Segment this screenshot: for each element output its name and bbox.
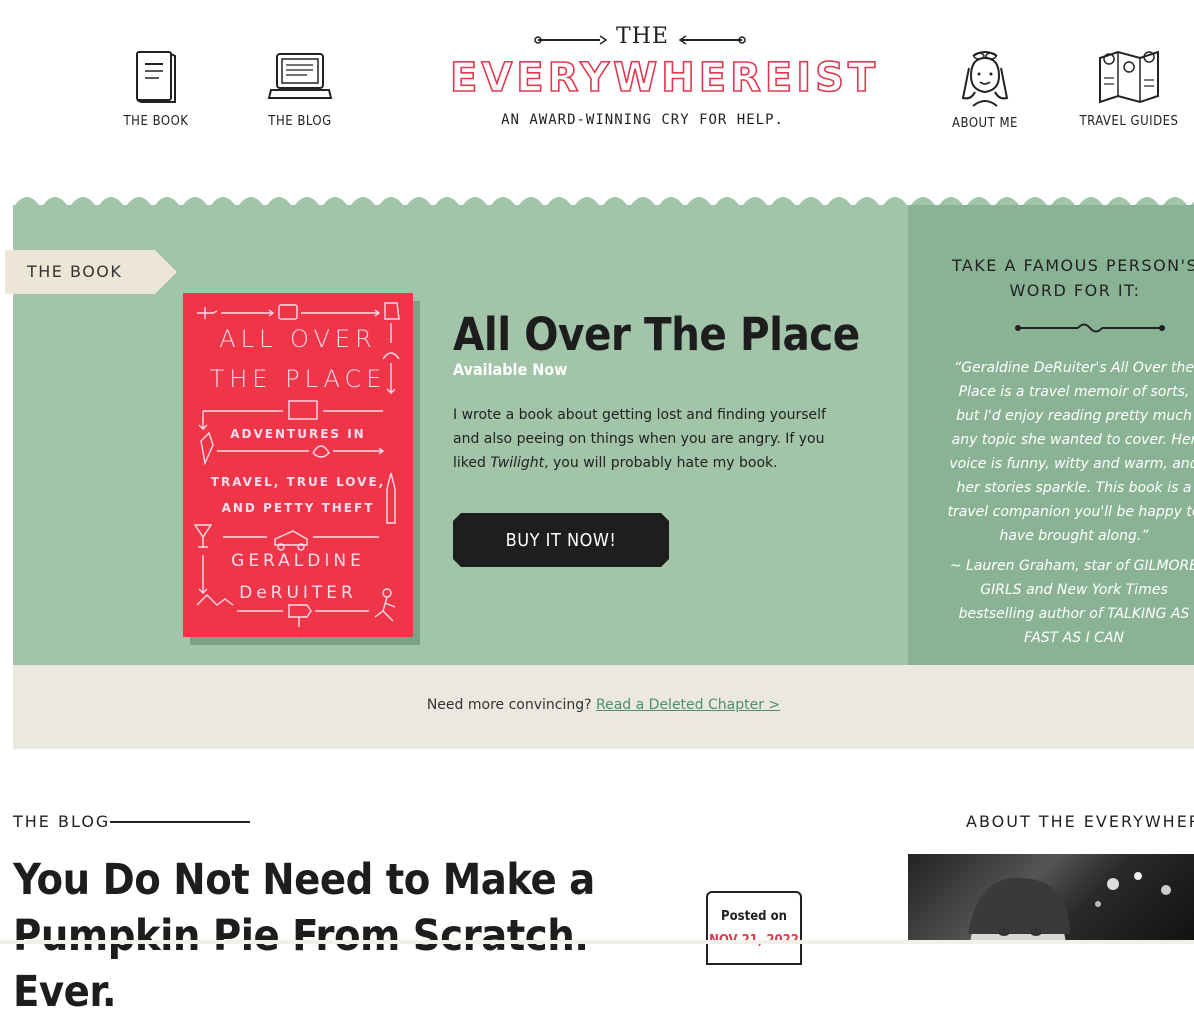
map-icon — [1099, 50, 1159, 104]
woman-portrait-icon — [961, 51, 1009, 107]
book-section-label: THE BOOK — [27, 262, 123, 281]
blog-heading: THE BLOG — [13, 812, 111, 831]
book-availability: Available Now — [453, 360, 568, 379]
blog-heading-rule — [110, 821, 250, 823]
author-photo[interactable] — [908, 854, 1194, 944]
posted-on-label: Posted on — [721, 909, 787, 924]
cover-title-line-2: THE PLACE — [209, 365, 387, 393]
about-heading: ABOUT THE EVERYWHEREIST — [966, 812, 1194, 831]
book-description: I wrote a book about getting lost and fi… — [453, 407, 826, 471]
convince-prompt: Need more convincing? — [426, 697, 592, 713]
nav-the-blog[interactable]: THE BLOG — [240, 48, 360, 129]
nav-about-me-label: ABOUT ME — [952, 116, 1018, 131]
convince-bar: Need more convincing? Read a Deleted Cha… — [13, 665, 1194, 749]
quote-heading: TAKE A FAMOUS PERSON'S WORD FOR IT: — [951, 256, 1194, 300]
bottom-strip — [0, 940, 1194, 944]
site-logo[interactable]: THE EVERYWHEREIST AN AWARD-WINNING CRY F… — [449, 24, 880, 134]
logo-the: THE — [616, 24, 669, 49]
book-icon — [136, 51, 176, 103]
nav-the-blog-label: THE BLOG — [268, 114, 332, 129]
logo-wordmark: EVERYWHEREIST — [449, 54, 880, 102]
quote-text: “Geraldine DeRuiter's All Over the Place… — [947, 360, 1194, 544]
book-cover[interactable]: ALL OVER THE PLACE ADVENTURES IN TRAVEL,… — [183, 293, 413, 637]
site-header: THE BOOK THE BLOG THE EVERYWHEREIST AN A… — [0, 0, 1194, 190]
deleted-chapter-link[interactable]: Read a Deleted Chapter > — [596, 697, 780, 713]
cover-title-line-1: ALL OVER — [219, 325, 377, 353]
cover-subtitle-line-3: AND PETTY THEFT — [221, 501, 375, 515]
nav-travel-guides-label: TRAVEL GUIDES — [1079, 114, 1179, 129]
cover-author-line-1: GERALDINE — [231, 551, 365, 571]
cover-author-line-2: DeRUITER — [239, 583, 357, 603]
quote-ornament-divider — [1015, 323, 1165, 333]
nav-the-book-label: THE BOOK — [123, 114, 189, 129]
book-description-emphasis: Twilight — [490, 455, 545, 471]
cover-subtitle-line-1: ADVENTURES IN — [230, 427, 366, 441]
quote-attribution: ~ Lauren Graham, star of GILMORE GIRLS a… — [949, 558, 1194, 646]
convince-text: Need more convincing? Read a Deleted Cha… — [13, 697, 1194, 713]
nav-about-me[interactable]: ABOUT ME — [925, 48, 1045, 131]
buy-it-now-button[interactable]: BUY IT NOW! — [453, 513, 669, 567]
post-title-link[interactable]: You Do Not Need to Make a Pumpkin Pie Fr… — [13, 852, 693, 1020]
author-photo-image — [968, 872, 1171, 944]
nav-travel-guides[interactable]: TRAVEL GUIDES — [1069, 48, 1189, 129]
laptop-icon — [267, 53, 333, 99]
logo-tagline: AN AWARD-WINNING CRY FOR HELP. — [501, 112, 784, 128]
cover-subtitle-line-2: TRAVEL, TRUE LOVE, — [210, 475, 386, 489]
posted-on-box: Posted on NOV 21, 2022 — [706, 891, 802, 965]
book-title: All Over The Place — [453, 308, 860, 361]
nav-the-book[interactable]: THE BOOK — [96, 48, 216, 129]
